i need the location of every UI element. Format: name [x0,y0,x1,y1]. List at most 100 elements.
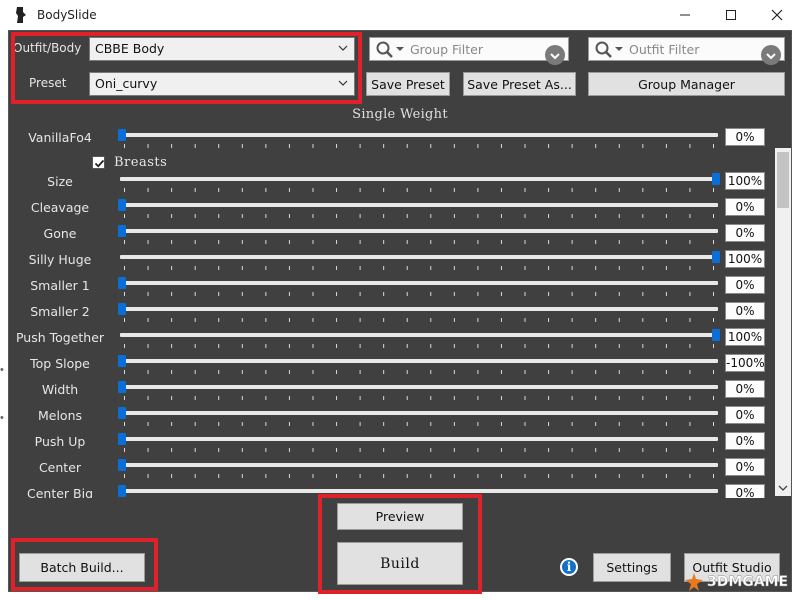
slider-value-field[interactable]: 0% [725,198,765,216]
slider-value-field[interactable]: -100% [725,354,765,372]
preview-button[interactable]: Preview [337,503,463,530]
slider-ticks [124,266,714,270]
minimize-button[interactable] [662,0,708,30]
outfit-body-dropdown[interactable]: CBBE Body [89,37,355,61]
slider-value-field[interactable]: 100% [725,328,765,346]
slider-row: Top Slope -100% [9,352,775,378]
slider-thumb[interactable] [118,459,126,471]
slider-value-field[interactable]: 0% [725,484,765,498]
slider-scrollbar[interactable] [775,148,791,496]
slider-value-field[interactable]: 0% [725,432,765,450]
build-button[interactable]: Build [337,542,463,585]
slider-ticks [124,214,714,218]
slider-label: Center [38,460,82,475]
window-title: BodySlide [37,8,97,22]
group-manager-button[interactable]: Group Manager [588,72,785,96]
slider-track[interactable] [120,489,718,493]
slider-thumb[interactable] [118,199,126,211]
app-icon [16,7,26,23]
slider-row: Center Big 0% [9,482,775,498]
slider-value-field[interactable]: 0% [725,128,765,146]
outfit-filter-placeholder: Outfit Filter [629,42,700,57]
close-button[interactable] [754,0,800,30]
watermark-text: 3DMGAME [707,574,789,590]
slider-track[interactable] [120,255,718,259]
slider-row: Silly Huge 100% [9,248,775,274]
slider-track[interactable] [120,281,718,285]
slider-label: Cleavage [30,200,90,215]
group-filter-input[interactable]: Group Filter [369,37,569,65]
slider-thumb[interactable] [712,173,720,185]
info-icon[interactable]: i [560,558,578,576]
save-preset-button[interactable]: Save Preset [366,72,450,96]
slider-value-field[interactable]: 100% [725,250,765,268]
slider-track[interactable] [120,177,718,181]
slider-value-field[interactable]: 0% [725,276,765,294]
slider-row: Smaller 1 0% [9,274,775,300]
search-icon[interactable] [594,40,624,60]
slider-row: Center 0% [9,456,775,482]
slider-label: Smaller 1 [30,278,90,293]
slider-value-field[interactable]: 100% [725,172,765,190]
category-breasts[interactable]: Breasts [92,155,212,173]
chevron-down-icon [338,80,348,86]
slider-track[interactable] [120,333,718,337]
slider-ticks [124,144,714,148]
slider-track[interactable] [120,359,718,363]
slider-track[interactable] [120,203,718,207]
slider-track[interactable] [120,411,718,415]
background-window-glyph: • [0,364,4,376]
slider-thumb[interactable] [118,407,126,419]
scrollbar-thumb[interactable] [777,152,789,208]
settings-button[interactable]: Settings [593,553,671,582]
maximize-button[interactable] [708,0,754,30]
slider-thumb[interactable] [118,225,126,237]
slider-track[interactable] [120,463,718,467]
slider-row: Width 0% [9,378,775,404]
slider-value-field[interactable]: 0% [725,458,765,476]
slider-thumb[interactable] [712,251,720,263]
maximize-icon [726,10,736,20]
slider-row: Push Together 100% [9,326,775,352]
search-icon[interactable] [375,40,405,60]
slider-thumb[interactable] [118,381,126,393]
slider-thumb[interactable] [118,303,126,315]
slider-label: VanillaFo4 [28,130,92,145]
clear-filter-icon[interactable] [761,45,781,65]
batch-build-button[interactable]: Batch Build... [19,553,145,582]
slider-value-field[interactable]: 0% [725,380,765,398]
slider-track[interactable] [120,307,718,311]
slider-thumb[interactable] [118,485,126,497]
slider-thumb[interactable] [118,129,126,141]
slider-thumb[interactable] [118,355,126,367]
slider-track[interactable] [120,229,718,233]
slider-row: Smaller 2 0% [9,300,775,326]
slider-value-field[interactable]: 0% [725,224,765,242]
slider-label: Push Up [34,434,86,449]
slider-value-field[interactable]: 0% [725,302,765,320]
title-bar: BodySlide [0,0,800,30]
slider-track[interactable] [120,437,718,441]
slider-value-field[interactable]: 0% [725,406,765,424]
slider-label: Silly Huge [28,252,92,267]
slider-track[interactable] [120,133,718,137]
slider-row: Cleavage 0% [9,196,775,222]
outfit-body-label: Outfit/Body [13,41,82,55]
slider-ticks [124,422,714,426]
slider-thumb[interactable] [118,277,126,289]
slider-thumb[interactable] [712,329,720,341]
watermark: 3DMGAME [684,570,788,594]
category-checkbox[interactable] [92,156,105,169]
category-label: Breasts [114,155,168,170]
scroll-down-icon[interactable] [778,483,788,493]
outfit-filter-input[interactable]: Outfit Filter [588,37,785,65]
slider-ticks [124,240,714,244]
slider-track[interactable] [120,385,718,389]
clear-filter-icon[interactable] [545,45,565,65]
slider-label: Smaller 2 [30,304,90,319]
slider-thumb[interactable] [118,433,126,445]
slider-ticks [124,318,714,322]
chevron-down-icon [338,45,348,51]
save-preset-as-button[interactable]: Save Preset As... [463,72,576,96]
preset-dropdown[interactable]: Oni_curvy [89,72,355,96]
